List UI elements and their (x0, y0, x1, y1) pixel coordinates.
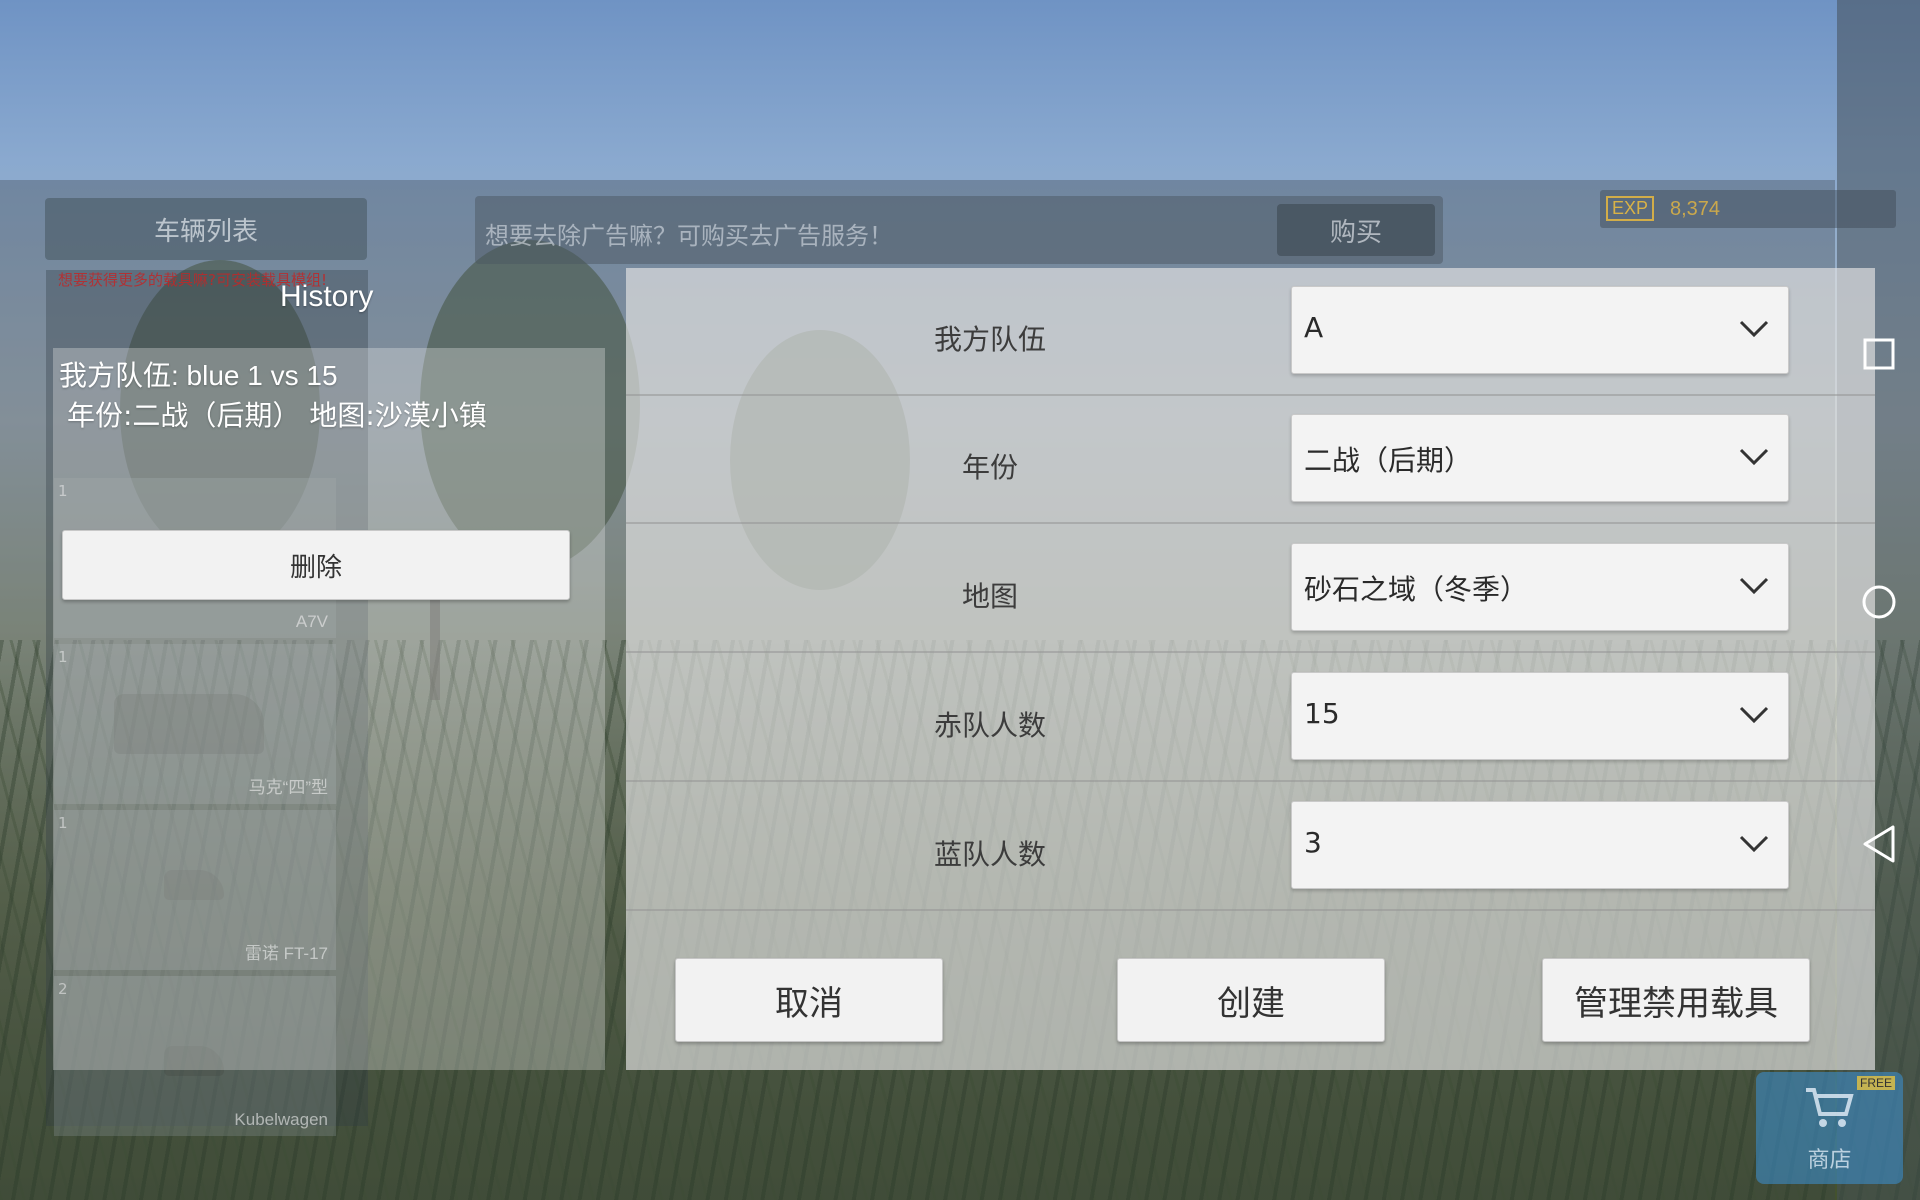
history-panel: 我方队伍: blue 1 vs 15 年份:二战（后期） 地图:沙漠小镇 删除 (53, 348, 605, 1070)
team-label: 我方队伍 (933, 323, 1046, 356)
ad-text: 想要去除广告嘛？可购买去广告服务！ (485, 222, 893, 250)
red-team-count-row: 赤队人数 15 (626, 654, 1875, 782)
blue-team-count-label: 蓝队人数 (933, 838, 1046, 871)
map-label: 地图 (961, 580, 1018, 613)
create-room-dialog: 我方队伍 A 年份 二战（后期） 地图 砂石之域（冬季） 赤队人数 15 蓝队人… (626, 268, 1875, 1070)
exp-display: EXP 8,374 (1600, 190, 1896, 228)
chevron-down-icon (1739, 706, 1769, 724)
team-dropdown[interactable]: A (1291, 286, 1789, 374)
red-team-count-value: 15 (1304, 697, 1340, 730)
blue-team-count-dropdown[interactable]: 3 (1291, 801, 1789, 889)
circle-icon[interactable] (1861, 584, 1897, 620)
red-team-count-label: 赤队人数 (933, 709, 1046, 742)
year-label: 年份 (961, 451, 1018, 484)
history-team-summary: 我方队伍: blue 1 vs 15 (59, 360, 338, 391)
blue-team-count-row: 蓝队人数 3 (626, 783, 1875, 911)
chevron-down-icon (1739, 577, 1769, 595)
vehicle-list-tab[interactable]: 车辆列表 (45, 198, 367, 260)
cart-icon (1806, 1088, 1854, 1127)
shop-label: 商店 (1807, 1148, 1852, 1173)
buy-ad-free-button[interactable]: 购买 (1277, 204, 1435, 256)
year-value: 二战（后期） (1304, 444, 1473, 477)
year-row: 年份 二战（后期） (626, 396, 1875, 524)
team-value: A (1304, 311, 1324, 344)
map-dropdown[interactable]: 砂石之域（冬季） (1291, 543, 1789, 631)
free-badge: FREE (1856, 1076, 1895, 1090)
cancel-button[interactable]: 取消 (675, 958, 943, 1042)
back-triangle-icon[interactable] (1861, 824, 1897, 864)
chevron-down-icon (1739, 448, 1769, 466)
red-team-count-dropdown[interactable]: 15 (1291, 672, 1789, 760)
square-icon[interactable] (1863, 338, 1895, 370)
map-row: 地图 砂石之域（冬季） (626, 525, 1875, 653)
map-value: 砂石之域（冬季） (1304, 573, 1529, 606)
ad-banner: 想要去除广告嘛？可购买去广告服务！ 购买 (475, 196, 1443, 264)
create-button[interactable]: 创建 (1117, 958, 1385, 1042)
vehicle-name: Kubelwagen (234, 1110, 328, 1129)
history-year-map: 年份:二战（后期） 地图:沙漠小镇 (67, 399, 487, 432)
manage-banned-vehicles-button[interactable]: 管理禁用载具 (1542, 958, 1810, 1042)
chevron-down-icon (1739, 835, 1769, 853)
team-row: 我方队伍 A (626, 268, 1875, 396)
year-dropdown[interactable]: 二战（后期） (1291, 414, 1789, 502)
history-title: History (280, 280, 374, 313)
exp-badge: EXP (1606, 196, 1655, 221)
chevron-down-icon (1739, 320, 1769, 338)
shop-button[interactable]: FREE 商店 (1756, 1072, 1903, 1184)
delete-button[interactable]: 删除 (62, 530, 570, 600)
blue-team-count-value: 3 (1304, 826, 1322, 859)
exp-value: 8,374 (1670, 198, 1721, 220)
